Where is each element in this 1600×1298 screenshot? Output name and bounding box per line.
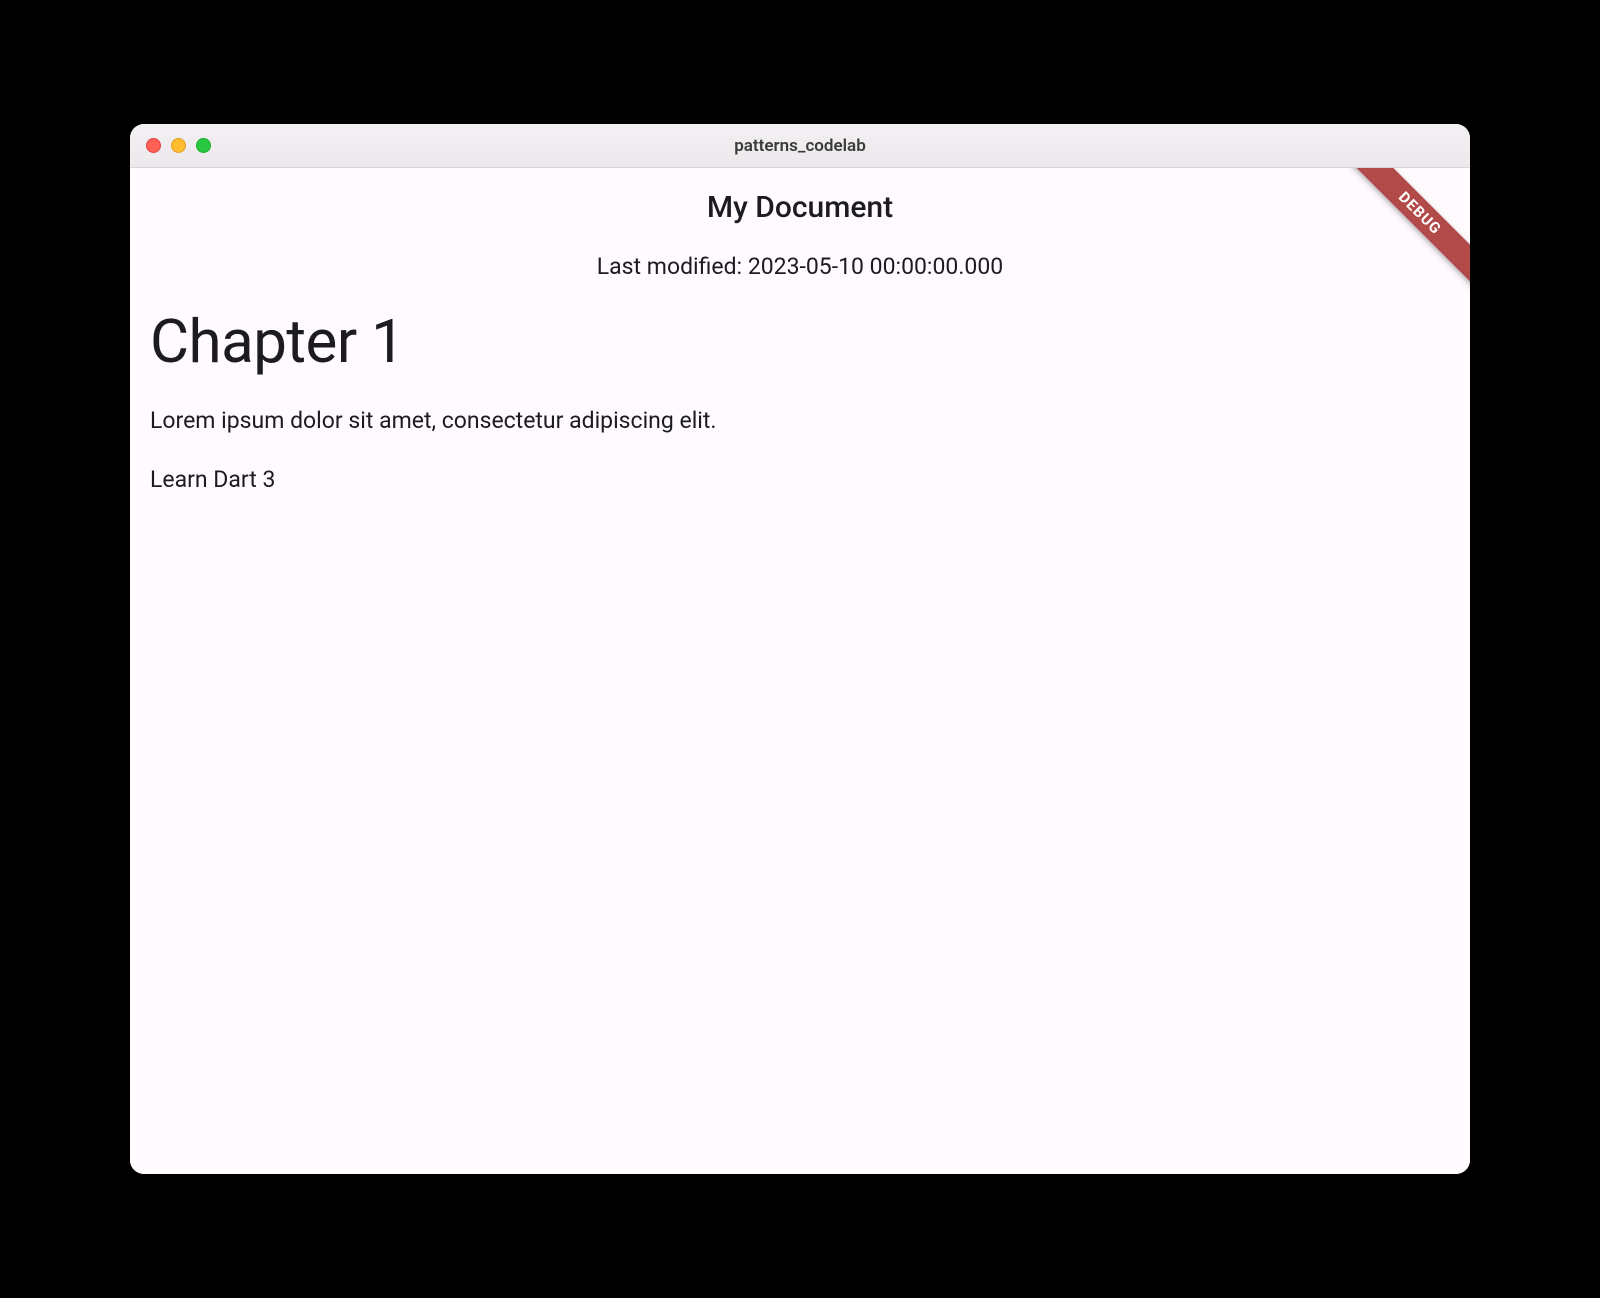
window-title: patterns_codelab xyxy=(130,136,1470,156)
paragraph-text: Lorem ipsum dolor sit amet, consectetur … xyxy=(150,407,1450,434)
zoom-window-button[interactable] xyxy=(196,138,211,153)
app-bar: My Document xyxy=(130,168,1470,225)
last-modified-label: Last modified: 2023-05-10 00:00:00.000 xyxy=(130,253,1470,280)
chapter-heading: Chapter 1 xyxy=(150,306,1450,377)
app-window: patterns_codelab My Document Last modifi… xyxy=(130,124,1470,1174)
traffic-lights xyxy=(130,138,211,153)
app-content: My Document Last modified: 2023-05-10 00… xyxy=(130,168,1470,1174)
document-body: Chapter 1 Lorem ipsum dolor sit amet, co… xyxy=(130,306,1470,493)
page-title: My Document xyxy=(130,190,1470,225)
window-titlebar[interactable]: patterns_codelab xyxy=(130,124,1470,168)
minimize-window-button[interactable] xyxy=(171,138,186,153)
close-window-button[interactable] xyxy=(146,138,161,153)
list-item: Learn Dart 3 xyxy=(150,466,1450,493)
